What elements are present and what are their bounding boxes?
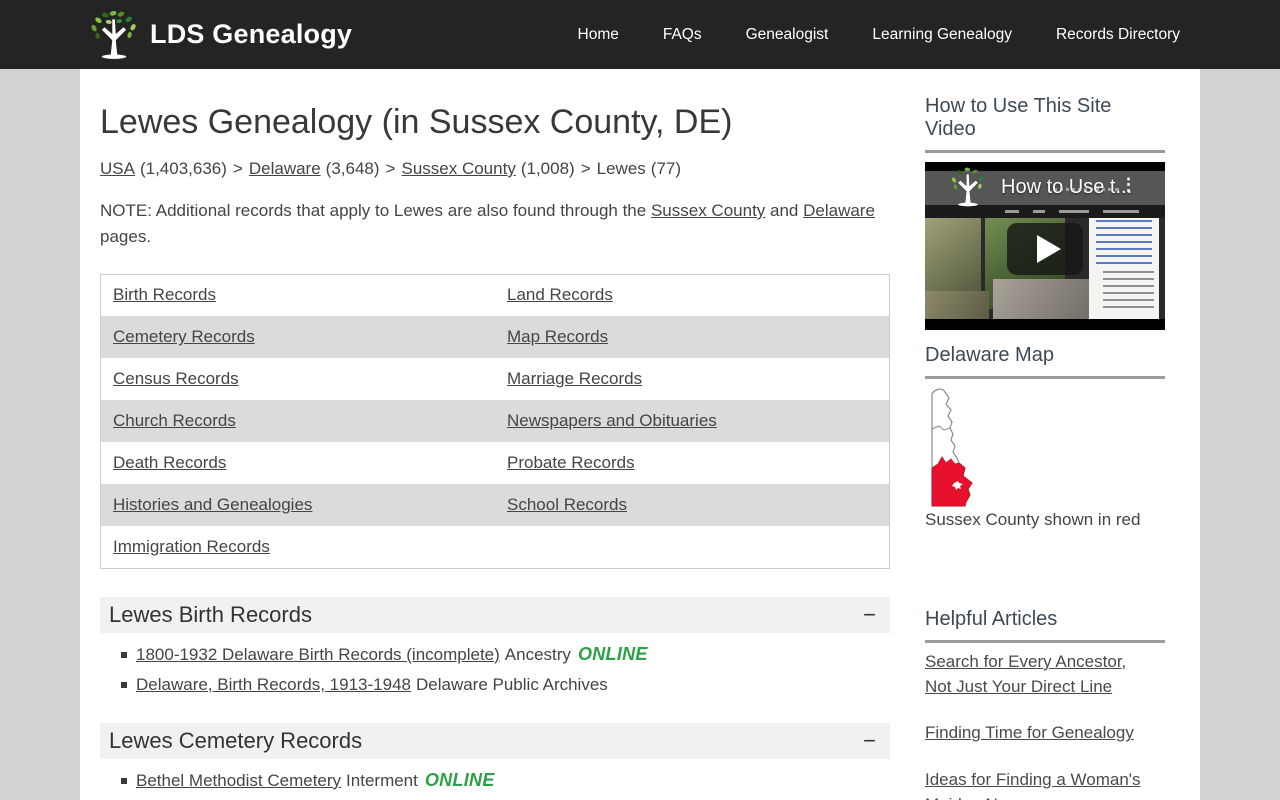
- note-delaware-link[interactable]: Delaware: [803, 201, 875, 220]
- breadcrumb-sussex-count: (1,008): [520, 159, 575, 178]
- section-header: Lewes Birth Records −: [100, 596, 890, 633]
- category-church-records[interactable]: Church Records: [113, 411, 236, 430]
- divider: [925, 376, 1165, 379]
- breadcrumb-usa-count: (1,403,636): [139, 159, 227, 178]
- nav-genealogist[interactable]: Genealogist: [746, 26, 829, 44]
- collapse-section-button[interactable]: −: [863, 729, 876, 752]
- logo-text: LDS Genealogy: [150, 19, 353, 49]
- table-row: Church Records Newspapers and Obituaries: [100, 400, 890, 443]
- record-link[interactable]: Bethel Methodist Cemetery: [136, 771, 341, 790]
- video-thumbnail[interactable]: How to Use t... ⋮: [925, 162, 1165, 330]
- article-link-search-every-ancestor[interactable]: Search for Every Ancestor, Not Just Your…: [925, 650, 1155, 699]
- articles-section-heading: Helpful Articles: [925, 608, 1058, 630]
- sussex-county-highlight: [931, 456, 973, 507]
- breadcrumb-separator: >: [580, 159, 591, 178]
- map-section-heading: Delaware Map: [925, 344, 1054, 366]
- table-row: Immigration Records: [101, 526, 890, 568]
- breadcrumb-sussex-link[interactable]: Sussex County: [401, 159, 515, 178]
- birth-records-section: Lewes Birth Records − 1800-1932 Delaware…: [100, 596, 890, 695]
- cemetery-records-section: Lewes Cemetery Records − Bethel Methodis…: [100, 722, 890, 800]
- category-land-records[interactable]: Land Records: [507, 285, 613, 304]
- category-cemetery-records[interactable]: Cemetery Records: [113, 327, 255, 346]
- record-item: Bethel Methodist Cemetery Interment ONLINE: [121, 770, 890, 791]
- nav-learning-genealogy[interactable]: Learning Genealogy: [872, 26, 1012, 44]
- record-item: Delaware, Birth Records, 1913-1948 Delawa…: [121, 674, 890, 695]
- article-link-maiden-name[interactable]: Ideas for Finding a Woman's Maiden Name: [925, 768, 1155, 800]
- breadcrumb-current-page: Lewes: [596, 159, 646, 178]
- nav-faqs[interactable]: FAQs: [663, 26, 702, 44]
- online-badge: ONLINE: [424, 769, 495, 790]
- category-birth-records[interactable]: Birth Records: [113, 285, 216, 304]
- site-header: LDS Genealogy Home FAQs Genealogist Lear…: [0, 0, 1280, 69]
- breadcrumb-separator: >: [232, 159, 243, 178]
- site-logo[interactable]: LDS Genealogy: [88, 9, 352, 61]
- category-histories-genealogies[interactable]: Histories and Genealogies: [113, 495, 312, 514]
- section-title: Lewes Birth Records: [109, 601, 312, 627]
- breadcrumb-delaware-count: (3,648): [325, 159, 380, 178]
- record-list: 1800-1932 Delaware Birth Records (incomp…: [121, 644, 890, 695]
- record-source: Delaware Public Archives: [415, 674, 608, 694]
- category-immigration-records[interactable]: Immigration Records: [113, 537, 270, 556]
- category-probate-records[interactable]: Probate Records: [507, 453, 635, 472]
- note-text: pages.: [100, 227, 152, 247]
- video-letterbox-bottom: [925, 319, 1165, 330]
- section-title: Lewes Cemetery Records: [109, 727, 363, 753]
- divider: [925, 640, 1165, 643]
- play-button-icon[interactable]: [1007, 223, 1083, 276]
- sidebar: How to Use This Site Video How to Use t.…: [925, 69, 1165, 800]
- video-section-heading: How to Use This Site Video: [925, 95, 1112, 140]
- breadcrumb-usa-link[interactable]: USA: [100, 159, 135, 178]
- page-title: Lewes Genealogy (in Sussex County, DE): [100, 103, 733, 141]
- main-column: Lewes Genealogy (in Sussex County, DE) U…: [100, 69, 890, 800]
- category-map-records[interactable]: Map Records: [507, 327, 608, 346]
- tree-logo-icon: [91, 10, 136, 59]
- category-death-records[interactable]: Death Records: [113, 453, 226, 472]
- record-link[interactable]: 1800-1932 Delaware Birth Records (incomp…: [136, 645, 500, 664]
- table-row: Census Records Marriage Records: [101, 358, 890, 400]
- delaware-map: [931, 388, 973, 507]
- collapse-section-button[interactable]: −: [863, 603, 876, 626]
- category-census-records[interactable]: Census Records: [113, 369, 239, 388]
- table-row: Histories and Genealogies School Records: [100, 484, 890, 527]
- breadcrumb-delaware-link[interactable]: Delaware: [249, 159, 321, 178]
- note-text: NOTE: Additional records that apply to L…: [100, 201, 651, 220]
- category-marriage-records[interactable]: Marriage Records: [507, 369, 642, 388]
- table-row: Birth Records Land Records: [101, 274, 890, 316]
- table-row: Cemetery Records Map Records: [100, 316, 890, 359]
- table-row: Death Records Probate Records: [101, 442, 890, 484]
- article-link-finding-time[interactable]: Finding Time for Genealogy: [925, 721, 1155, 746]
- empty-cell: [495, 526, 890, 568]
- note-text: and: [765, 201, 804, 220]
- record-source: Interment: [346, 770, 418, 790]
- record-source: Ancestry: [504, 644, 571, 664]
- breadcrumb-separator: >: [385, 159, 396, 178]
- record-link[interactable]: Delaware, Birth Records, 1913-1948: [136, 675, 411, 694]
- nav-home[interactable]: Home: [578, 26, 619, 44]
- record-item: 1800-1932 Delaware Birth Records (incomp…: [121, 644, 890, 665]
- category-newspapers-obituaries[interactable]: Newspapers and Obituaries: [507, 411, 717, 430]
- main-nav: Home FAQs Genealogist Learning Genealogy…: [578, 26, 1181, 44]
- record-categories-table: Birth Records Land Records Cemetery Reco…: [100, 273, 890, 569]
- note-paragraph: NOTE: Additional records that apply to L…: [100, 198, 875, 251]
- note-sussex-county-link[interactable]: Sussex County: [651, 201, 765, 220]
- breadcrumb-current-count: (77): [650, 159, 682, 178]
- video-progress-dots: [1053, 188, 1119, 191]
- map-caption: Sussex County shown in red: [925, 510, 1141, 529]
- breadcrumb: USA (1,403,636) > Delaware (3,648) > Sussex Co…: [100, 159, 890, 179]
- section-header: Lewes Cemetery Records −: [100, 722, 890, 759]
- nav-records-directory[interactable]: Records Directory: [1056, 26, 1180, 44]
- category-school-records[interactable]: School Records: [507, 495, 627, 514]
- kebab-menu-icon[interactable]: ⋮: [1120, 175, 1137, 195]
- online-badge: ONLINE: [577, 643, 648, 664]
- video-tree-logo-icon: [951, 167, 984, 207]
- record-list: Bethel Methodist Cemetery Interment ONLINE…: [121, 770, 890, 800]
- page-content: Lewes Genealogy (in Sussex County, DE) U…: [80, 69, 1200, 800]
- divider: [925, 150, 1165, 153]
